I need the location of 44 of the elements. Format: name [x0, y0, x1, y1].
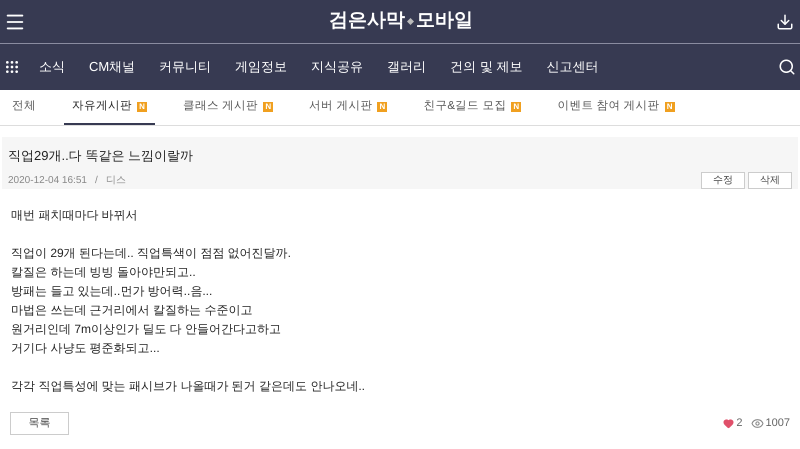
search-icon[interactable] — [778, 58, 796, 76]
action-button[interactable]: 수정 — [701, 172, 745, 188]
nav-item[interactable]: 신고센터 — [534, 57, 610, 77]
list-button[interactable]: 목록 — [10, 412, 69, 435]
site-title: 검은사막 — [329, 9, 405, 34]
board-tab[interactable]: 친구&길드 모집 N — [415, 90, 530, 125]
body-line: 직업이 29개 된다는데.. 직업특색이 점점 없어진달까. — [11, 245, 292, 262]
body-line: 각각 직업특성에 맞는 패시브가 나올때가 된거 같은데도 안나오네.. — [11, 378, 366, 395]
diamond-icon — [407, 18, 414, 25]
new-badge: N — [664, 102, 675, 112]
body-line: 방패는 들고 있는데..먼가 방어력..음... — [11, 283, 214, 300]
body-line: 칼질은 하는데 빙빙 돌아야만되고.. — [11, 264, 197, 281]
eye-icon — [750, 417, 764, 430]
grid-icon[interactable] — [4, 59, 20, 75]
like-count: 2 — [736, 416, 743, 432]
new-badge: N — [137, 102, 147, 112]
heart-icon — [723, 418, 734, 429]
nav-item[interactable]: 게임정보 — [223, 57, 300, 77]
board-tab[interactable]: 자유게시판 N — [64, 90, 155, 125]
board-tab[interactable]: 이벤트 참여 게시판 N — [549, 90, 683, 125]
body-line: 매번 패치때마다 바뀌서 — [11, 207, 139, 224]
post-title: 직업29개..다 똑같은 느낌이랄까 — [8, 147, 194, 165]
board-tab[interactable]: 전체 — [4, 90, 44, 125]
nav-item[interactable]: 건의 및 제보 — [438, 57, 534, 77]
nav-item[interactable]: CM채널 — [77, 57, 148, 77]
body-line: 마법은 쓰는데 근거리에서 칼질하는 수준이고 — [11, 302, 254, 319]
nav-item[interactable]: 소식 — [27, 57, 77, 77]
action-button[interactable]: 삭제 — [748, 172, 792, 188]
site-subtitle: 모바일 — [416, 9, 473, 34]
nav-item[interactable]: 지식공유 — [299, 57, 376, 77]
nav-item[interactable]: 커뮤니티 — [147, 57, 224, 77]
post-date: 2020-12-04 16:51 — [8, 174, 87, 188]
view-count: 1007 — [766, 416, 790, 432]
body-line: 거기다 사냥도 평준화되고... — [11, 340, 161, 357]
separator: / — [94, 174, 98, 188]
post-author: 디스 — [106, 174, 126, 188]
nav-item[interactable]: 갤러리 — [375, 57, 438, 77]
board-tab[interactable]: 서버 게시판 N — [301, 90, 396, 125]
body-line: 원거리인데 7m이상인가 딜도 다 안들어간다고하고 — [11, 321, 282, 338]
new-badge: N — [263, 102, 274, 112]
new-badge: N — [377, 102, 388, 112]
board-tab[interactable]: 클래스 게시판 N — [175, 90, 282, 125]
download-icon[interactable] — [776, 12, 794, 30]
new-badge: N — [511, 102, 522, 112]
